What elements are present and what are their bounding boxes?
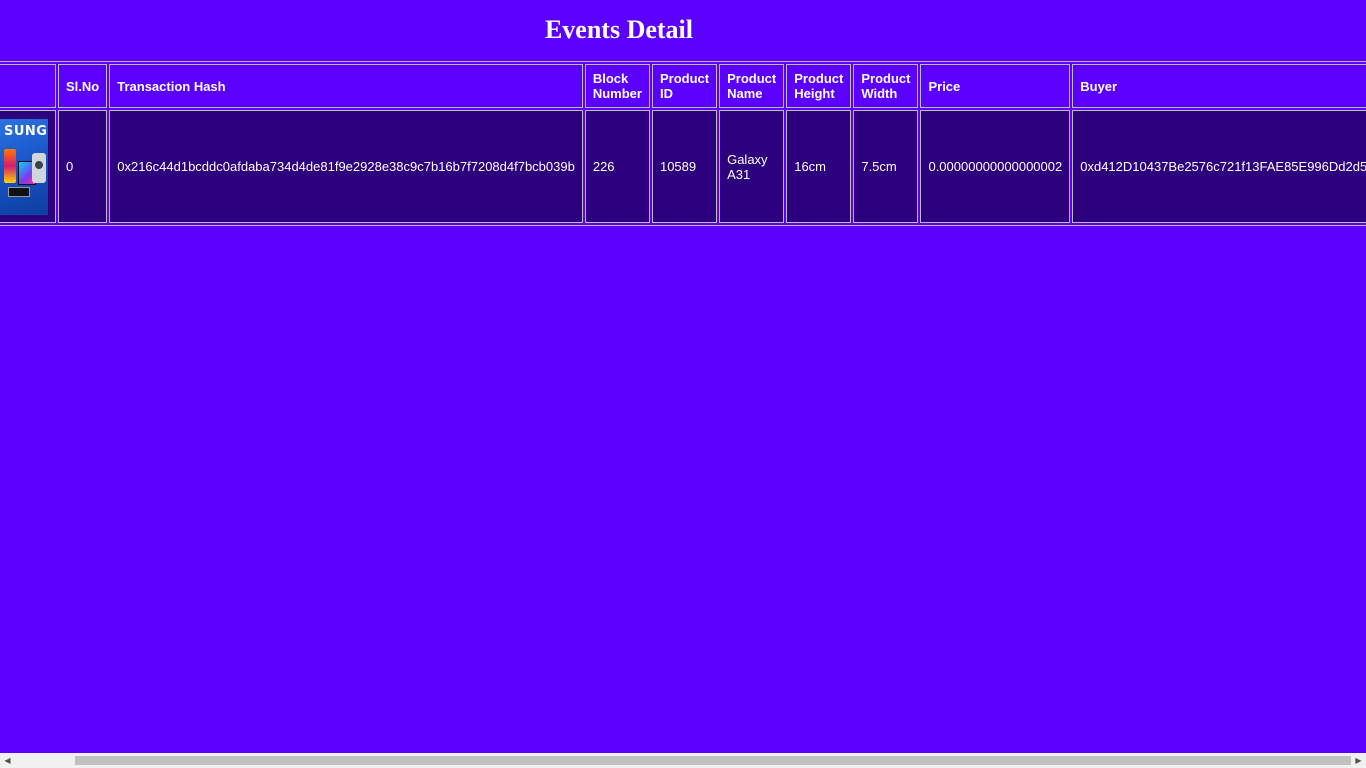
cell-transaction-hash: 0x216c44d1bcddc0afdaba734d4de81f9e2928e3…: [109, 110, 583, 223]
product-image-brand-text: SUNG: [4, 123, 48, 139]
product-image-cell: SUNG: [0, 110, 56, 223]
tv-graphic: [8, 186, 30, 197]
column-header-block-number: Block Number: [584, 64, 650, 108]
column-header-product-height: Product Height: [786, 64, 852, 108]
cell-sl-no: 0: [58, 110, 108, 223]
cell-block-number: 226: [584, 110, 650, 223]
column-header-buyer: Buyer: [1072, 64, 1366, 108]
cell-product-name: Galaxy A31: [719, 110, 785, 223]
arrow-left-icon[interactable]: ◀: [0, 753, 15, 768]
column-header-product-name: Product Name: [719, 64, 785, 108]
washer-graphic: [32, 152, 46, 183]
column-header-product-id: Product ID: [651, 64, 718, 108]
cell-product-id: 10589: [651, 110, 718, 223]
scrollbar-thumb[interactable]: [75, 756, 1351, 765]
cell-buyer: 0xd412D10437Be2576c721f13FAE85E996Dd2d57…: [1072, 110, 1366, 223]
events-table-container: Sl.No Transaction Hash Block Number Prod…: [0, 61, 1366, 226]
cell-price: 0.00000000000000002: [920, 110, 1071, 223]
arrow-right-icon[interactable]: ▶: [1351, 753, 1366, 768]
column-header-transaction-hash: Transaction Hash: [109, 64, 583, 108]
table-row: SUNG 0 0x216c44d1bcddc0afdaba734d4de81f9…: [0, 110, 1366, 223]
table-header-row: Sl.No Transaction Hash Block Number Prod…: [0, 64, 1366, 108]
column-header-image: [0, 64, 56, 108]
horizontal-scrollbar[interactable]: ◀ ▶: [0, 753, 1366, 768]
phone-graphic: [4, 148, 16, 183]
column-header-price: Price: [920, 64, 1071, 108]
cell-product-height: 16cm: [786, 110, 852, 223]
events-table: Sl.No Transaction Hash Block Number Prod…: [0, 61, 1366, 226]
cell-product-width: 7.5cm: [853, 110, 919, 223]
product-image: SUNG: [0, 118, 48, 215]
column-header-sl-no: Sl.No: [58, 64, 108, 108]
page-title: Events Detail: [544, 15, 694, 44]
column-header-product-width: Product Width: [853, 64, 919, 108]
